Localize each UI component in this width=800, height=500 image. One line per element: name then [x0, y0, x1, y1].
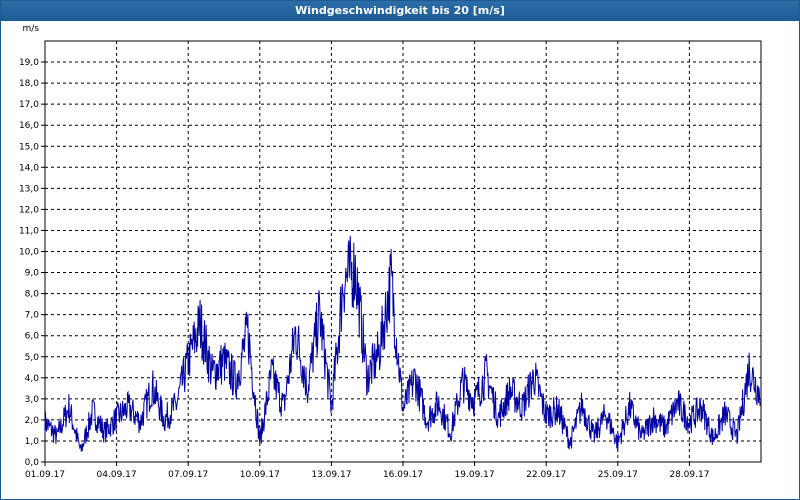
- x-tick-label: 13.09.17: [311, 470, 351, 480]
- y-tick-label: 5,0: [25, 353, 40, 363]
- y-tick-label: 9,0: [25, 269, 40, 279]
- y-tick-label: 8,0: [25, 290, 40, 300]
- y-axis-unit-label: m/s: [23, 24, 40, 34]
- y-tick-label: 3,0: [25, 395, 40, 405]
- y-tick-label: 12,0: [19, 205, 39, 215]
- x-tick-label: 25.09.17: [598, 470, 638, 480]
- x-tick-label: 22.09.17: [526, 470, 566, 480]
- x-tick-label: 04.09.17: [97, 470, 137, 480]
- chart-window: Windgeschwindigkeit bis 20 [m/s] 0,0 1,0 2…: [0, 0, 800, 500]
- y-tick-label: 14,0: [19, 163, 39, 173]
- x-tick-label: 10.09.17: [240, 470, 280, 480]
- x-tick-label: 16.09.17: [383, 470, 423, 480]
- y-tick-label: 10,0: [19, 248, 39, 258]
- y-tick-label: 0,0: [25, 458, 40, 468]
- y-tick-label: 2,0: [25, 416, 40, 426]
- y-tick-label: 16,0: [19, 121, 39, 131]
- y-tick-label: 18,0: [19, 79, 39, 89]
- y-tick-label: 13,0: [19, 184, 39, 194]
- y-tick-label: 1,0: [25, 437, 40, 447]
- y-tick-label: 19,0: [19, 58, 39, 68]
- x-tick-label: 01.09.17: [25, 470, 65, 480]
- x-tick-label: 07.09.17: [168, 470, 208, 480]
- y-tick-label: 4,0: [25, 374, 40, 384]
- x-tick-label: 28.09.17: [669, 470, 709, 480]
- x-tick-label: 19.09.17: [455, 470, 495, 480]
- chart-plot: 0,0 1,0 2,0 3,0 4,0 5,0 6,0 7,0 8,0 9,0 10,0 11,0 12…: [19, 24, 762, 480]
- y-tick-label: 15,0: [19, 142, 39, 152]
- y-tick-label: 7,0: [25, 311, 40, 321]
- y-tick-label: 6,0: [25, 332, 40, 342]
- window-title: Windgeschwindigkeit bis 20 [m/s]: [1, 1, 799, 21]
- y-tick-label: 11,0: [19, 226, 39, 236]
- y-tick-label: 17,0: [19, 100, 39, 110]
